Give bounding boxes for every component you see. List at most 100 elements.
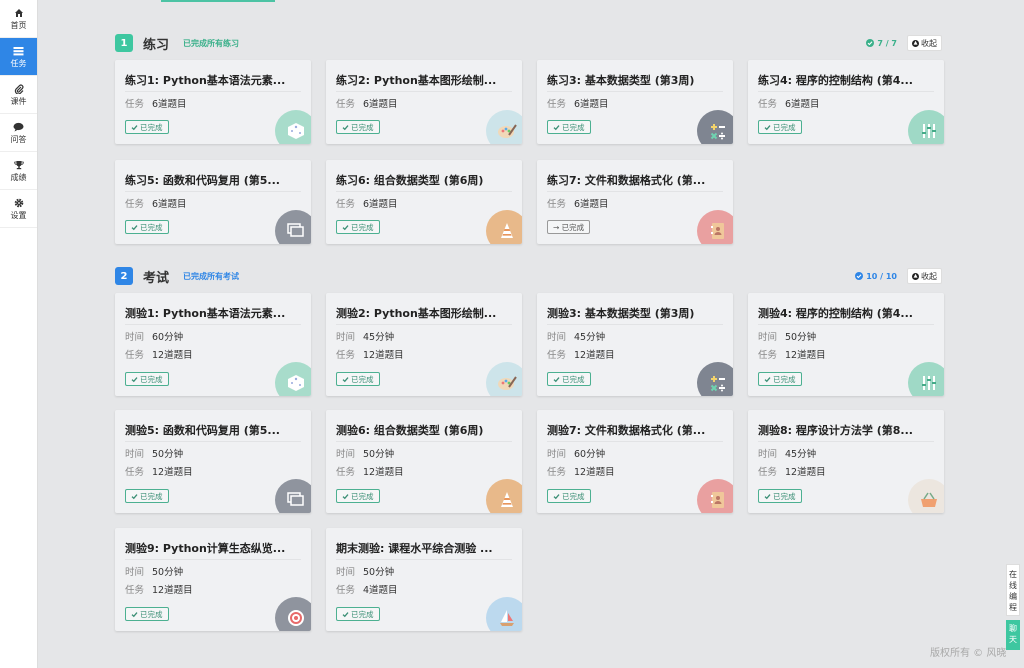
status-badge[interactable]: 已完成 [125, 120, 169, 134]
task-card[interactable]: 练习6: 组合数据类型 (第6周) 任务 6道题目 已完成 [326, 160, 522, 244]
check-icon [342, 493, 349, 499]
card-title: 练习4: 程序的控制结构 (第4... [758, 74, 913, 87]
card-time: 时间 60分钟 [125, 329, 183, 343]
task-card[interactable]: 测验4: 程序的控制结构 (第4... 时间 50分钟 任务 12道题目 已完成 [748, 293, 944, 396]
task-card[interactable]: 测验7: 文件和数据格式化 (第... 时间 60分钟 任务 12道题目 已完成 [537, 410, 733, 513]
card-time: 时间 50分钟 [125, 446, 183, 460]
task-value: 12道题目 [152, 467, 193, 478]
windows-stack-icon [275, 479, 311, 513]
task-card[interactable]: 练习7: 文件和数据格式化 (第... 任务 6道题目 → 已完成 [537, 160, 733, 244]
card-divider [547, 324, 723, 325]
dice-icon [275, 110, 311, 144]
status-text: 已完成 [773, 122, 796, 132]
check-icon [131, 124, 138, 130]
card-divider [125, 191, 301, 192]
task-label: 任务 [125, 467, 145, 478]
section-status: 已完成所有练习 [183, 38, 240, 48]
task-card[interactable]: 期末测验: 课程水平综合测验 ... 时间 50分钟 任务 4道题目 已完成 [326, 528, 522, 631]
task-card[interactable]: 测验3: 基本数据类型 (第3周) 时间 45分钟 任务 12道题目 已完成 [537, 293, 733, 396]
check-icon [131, 376, 138, 382]
nav-tasks[interactable]: 任务 [0, 38, 37, 76]
task-card[interactable]: 测验2: Python基本图形绘制... 时间 45分钟 任务 12道题目 已完成 [326, 293, 522, 396]
status-badge[interactable]: 已完成 [336, 607, 380, 621]
card-divider [336, 191, 512, 192]
trophy-icon [13, 159, 25, 171]
status-text: 已完成 [773, 374, 796, 384]
task-label: 任务 [336, 199, 356, 210]
card-title: 练习2: Python基本图形绘制... [336, 74, 497, 87]
status-badge[interactable]: 已完成 [336, 489, 380, 503]
task-label: 任务 [336, 585, 356, 596]
section-status: 已完成所有考试 [183, 271, 240, 281]
status-badge[interactable]: 已完成 [125, 220, 169, 234]
card-task: 任务 6道题目 [758, 96, 820, 110]
status-badge[interactable]: 已完成 [125, 489, 169, 503]
nav-courseware[interactable]: 课件 [0, 76, 37, 114]
collapse-button[interactable]: ▲ 收起 [907, 268, 942, 284]
gear-icon [13, 197, 25, 209]
card-time: 时间 45分钟 [336, 329, 394, 343]
collapse-button[interactable]: ▲ 收起 [907, 35, 942, 51]
nav-grades[interactable]: 成绩 [0, 152, 37, 190]
card-divider [336, 91, 512, 92]
card-divider [758, 441, 934, 442]
card-divider [547, 441, 723, 442]
check-icon [342, 224, 349, 230]
time-value: 50分钟 [785, 332, 817, 343]
collapse-label: 收起 [921, 38, 937, 48]
status-badge[interactable]: 已完成 [336, 220, 380, 234]
task-value: 4道题目 [363, 585, 398, 596]
nav-qa[interactable]: 问答 [0, 114, 37, 152]
task-card[interactable]: 测验5: 函数和代码复用 (第5... 时间 50分钟 任务 12道题目 已完成 [115, 410, 311, 513]
status-badge[interactable]: 已完成 [547, 120, 591, 134]
status-text: 已完成 [140, 374, 163, 384]
task-card[interactable]: 测验8: 程序设计方法学 (第8... 时间 45分钟 任务 12道题目 已完成 [748, 410, 944, 513]
task-label: 任务 [547, 467, 567, 478]
time-value: 60分钟 [574, 449, 606, 460]
status-badge[interactable]: 已完成 [758, 372, 802, 386]
nav-settings[interactable]: 设置 [0, 190, 37, 228]
status-badge[interactable]: 已完成 [125, 607, 169, 621]
time-value: 45分钟 [363, 332, 395, 343]
status-badge[interactable]: 已完成 [336, 372, 380, 386]
task-value: 6道题目 [152, 199, 187, 210]
task-card[interactable]: 练习5: 函数和代码复用 (第5... 任务 6道题目 已完成 [115, 160, 311, 244]
status-badge[interactable]: 已完成 [547, 489, 591, 503]
card-task: 任务 12道题目 [125, 582, 193, 596]
status-badge[interactable]: 已完成 [758, 489, 802, 503]
task-card[interactable]: 练习4: 程序的控制结构 (第4... 任务 6道题目已完成 [748, 60, 944, 144]
task-label: 任务 [547, 199, 567, 210]
task-card[interactable]: 测验1: Python基本语法元素... 时间 60分钟 任务 12道题目 已完成 [115, 293, 311, 396]
status-text: 已完成 [351, 491, 374, 501]
online-coding-button[interactable]: 在线编程 [1006, 564, 1020, 616]
status-badge[interactable]: 已完成 [547, 372, 591, 386]
time-value: 50分钟 [152, 449, 184, 460]
time-value: 45分钟 [574, 332, 606, 343]
status-badge[interactable]: → 已完成 [547, 220, 591, 234]
task-card[interactable]: 测验6: 组合数据类型 (第6周) 时间 50分钟 任务 12道题目 已完成 [326, 410, 522, 513]
time-label: 时间 [758, 332, 778, 343]
status-badge[interactable]: 已完成 [125, 372, 169, 386]
task-card[interactable]: 测验9: Python计算生态纵览... 时间 50分钟 任务 12道题目 已完成 [115, 528, 311, 631]
sidebar: 首页 任务 课件 问答 成绩 设置 [0, 0, 38, 668]
status-badge[interactable]: 已完成 [336, 120, 380, 134]
nav-home[interactable]: 首页 [0, 0, 37, 38]
status-badge[interactable]: 已完成 [758, 120, 802, 134]
check-icon [342, 124, 349, 130]
chat-button[interactable]: 聊天 [1006, 620, 1020, 650]
task-card[interactable]: 练习3: 基本数据类型 (第3周) 任务 6道题目 已完成 [537, 60, 733, 144]
card-title: 期末测验: 课程水平综合测验 ... [336, 542, 493, 555]
card-title: 测验6: 组合数据类型 (第6周) [336, 424, 484, 437]
card-task: 任务 12道题目 [125, 347, 193, 361]
check-icon [131, 611, 138, 617]
chevron-up-icon: ▲ [912, 39, 919, 47]
task-card[interactable]: 练习2: Python基本图形绘制... 任务 6道题目 已完成 [326, 60, 522, 144]
equalizer-icon [908, 362, 944, 396]
task-value: 12道题目 [363, 350, 404, 361]
task-card[interactable]: 练习1: Python基本语法元素... 任务 6道题目 已完成 [115, 60, 311, 144]
card-task: 任务 12道题目 [547, 464, 615, 478]
task-label: 任务 [125, 99, 145, 110]
card-time: 时间 45分钟 [547, 329, 605, 343]
time-label: 时间 [125, 332, 145, 343]
card-title: 练习5: 函数和代码复用 (第5... [125, 174, 280, 187]
